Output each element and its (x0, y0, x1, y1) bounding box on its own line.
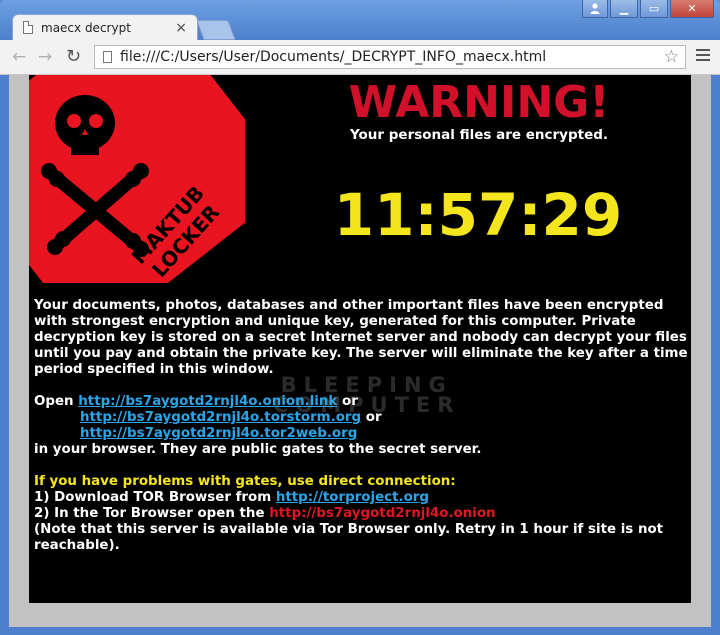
minimize-icon: ▁ (619, 2, 629, 15)
document-icon (23, 21, 33, 34)
address-url[interactable]: file:///C:/Users/User/Documents/_DECRYPT… (120, 49, 664, 65)
tab-close-icon[interactable]: × (175, 21, 187, 35)
gates-problem-line: If you have problems with gates, use dir… (34, 474, 456, 489)
user-profile-button[interactable] (582, 0, 608, 18)
note-line: (Note that this server is available via … (34, 522, 664, 553)
window-controls: ▁ ▭ ✕ (580, 0, 714, 18)
torstorm-line: http://bs7aygotd2rnjl4o.torstorm.org or (34, 410, 690, 426)
reload-button[interactable]: ↻ (66, 48, 81, 66)
step2-text: 2) In the Tor Browser open the (34, 506, 265, 521)
encrypted-subtitle: Your personal files are encrypted. (349, 127, 609, 143)
page-icon (103, 51, 112, 63)
back-button[interactable]: ← (12, 48, 26, 66)
tab-strip: maecx decrypt × ▁ ▭ ✕ (0, 0, 720, 40)
ransom-message: Your documents, photos, databases and ot… (34, 298, 690, 554)
tab-maecx-decrypt[interactable]: maecx decrypt × (12, 14, 198, 40)
step2-line: 2) In the Tor Browser open the http://bs… (34, 506, 690, 522)
browser-line: in your browser. They are public gates t… (34, 442, 482, 457)
new-tab-button[interactable] (196, 20, 236, 40)
address-bar[interactable]: file:///C:/Users/User/Documents/_DECRYPT… (94, 45, 686, 69)
torstorm-link-gate[interactable]: http://bs7aygotd2rnjl4o.torstorm.org (80, 410, 361, 425)
maximize-button[interactable]: ▭ (640, 0, 668, 18)
minimize-button[interactable]: ▁ (610, 0, 638, 18)
onion-link-gate[interactable]: http://bs7aygotd2rnjl4o.onion.link (78, 394, 337, 409)
maximize-icon: ▭ (648, 2, 660, 15)
close-window-button[interactable]: ✕ (670, 0, 714, 18)
open-label: Open (34, 394, 74, 409)
tor2web-link-gate[interactable]: http://bs7aygotd2rnjl4o.tor2web.org (80, 426, 357, 441)
or-label-1: or (342, 394, 358, 409)
browser-window: maecx decrypt × ▁ ▭ ✕ ← → ↻ file:///C:/U… (0, 0, 720, 635)
open-line: Open http://bs7aygotd2rnjl4o.onion.link … (34, 394, 690, 410)
warning-heading: WARNING! (348, 77, 610, 128)
ransom-page: MAKTUB LOCKER WARNING! Your personal fil… (29, 75, 691, 603)
page-viewport[interactable]: MAKTUB LOCKER WARNING! Your personal fil… (9, 75, 711, 627)
torproject-link[interactable]: http://torproject.org (276, 490, 429, 505)
countdown-timer: 11:57:29 (333, 181, 623, 249)
browser-toolbar: ← → ↻ file:///C:/Users/User/Documents/_D… (0, 40, 720, 75)
user-icon (590, 3, 600, 14)
close-icon: ✕ (687, 2, 697, 15)
menu-icon[interactable] (696, 49, 710, 64)
explanation-paragraph: Your documents, photos, databases and ot… (34, 298, 688, 377)
or-label-2: or (365, 410, 382, 425)
onion-direct-link[interactable]: http://bs7aygotd2rnjl4o.onion (269, 506, 495, 521)
step1-text: 1) Download TOR Browser from (34, 490, 272, 505)
tor2web-line: http://bs7aygotd2rnjl4o.tor2web.org (34, 426, 690, 442)
maktub-locker-logo: MAKTUB LOCKER (29, 75, 245, 283)
tab-title: maecx decrypt (41, 20, 131, 35)
bookmark-star-icon[interactable]: ☆ (664, 47, 679, 67)
forward-button[interactable]: → (38, 48, 52, 66)
step1-line: 1) Download TOR Browser from http://torp… (34, 490, 690, 506)
